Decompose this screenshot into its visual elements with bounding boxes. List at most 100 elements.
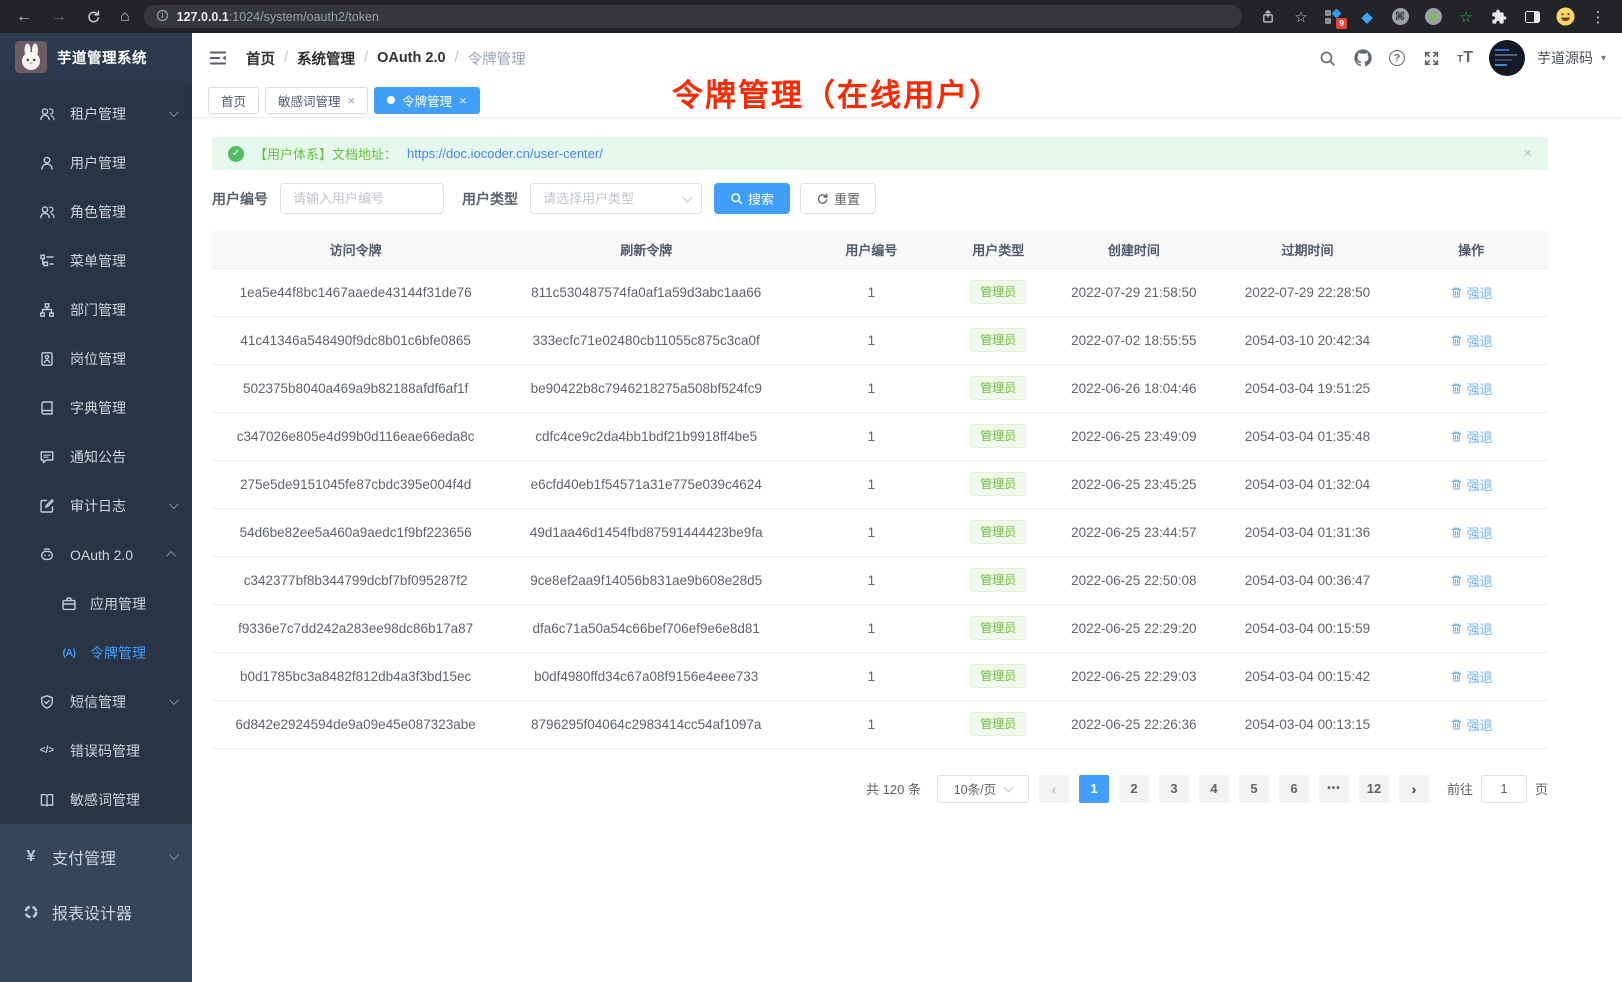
sidebar-item-menu[interactable]: 菜单管理 [0,236,192,285]
doc-link[interactable]: https://doc.iocoder.cn/user-center/ [407,146,603,161]
search-icon[interactable] [1317,48,1337,68]
pager-next-button[interactable]: › [1399,775,1429,803]
donut-icon [22,903,40,921]
pager-page-6[interactable]: 6 [1279,775,1309,803]
side-panel-icon[interactable] [1522,7,1542,27]
browser-forward-icon[interactable]: → [51,8,67,26]
pager-page-12[interactable]: 12 [1359,775,1389,803]
sidebar-item-report-designer[interactable]: 报表设计器 [0,884,192,939]
token-table: 访问令牌 刷新令牌 用户编号 用户类型 创建时间 过期时间 操作 1ea5e44… [212,231,1548,749]
user-id-input[interactable] [280,183,444,214]
force-logout-button[interactable]: 强退 [1450,667,1493,686]
sidebar-item-sms[interactable]: 短信管理 [0,677,192,726]
sidebar-item-notice[interactable]: 通知公告 [0,432,192,481]
pager-prev-button[interactable]: ‹ [1039,775,1069,803]
sidebar-item-dict[interactable]: 字典管理 [0,383,192,432]
user-type-badge: 管理员 [970,520,1026,544]
col-access-token: 访问令牌 [212,231,499,268]
force-logout-button[interactable]: 强退 [1450,379,1493,398]
table-row: 41c41346a548490f9dc8b01c6bfe0865 333ecfc… [212,316,1548,364]
sidebar-item-token-management[interactable]: (A) 令牌管理 [0,628,192,677]
message-icon [38,448,56,466]
navbar-right: ? TT 芋道源码 ▾ [1317,40,1606,76]
github-icon[interactable] [1353,48,1373,68]
close-icon[interactable]: × [459,93,467,108]
user-type-select[interactable] [530,183,702,214]
force-logout-button[interactable]: 强退 [1450,427,1493,446]
sidebar-item-dept[interactable]: 部门管理 [0,285,192,334]
pager-page-2[interactable]: 2 [1119,775,1149,803]
sidebar-item-oauth2[interactable]: OAuth 2.0 [0,530,192,579]
force-logout-button[interactable]: 强退 [1450,283,1493,302]
fullscreen-icon[interactable] [1421,48,1441,68]
browser-chrome: ← → ⌂ 127.0.0.1:1024/system/oauth2/token… [0,0,1622,33]
sidebar-item-sensitive-word[interactable]: 敏感词管理 [0,775,192,824]
user-type-badge: 管理员 [970,280,1026,304]
force-logout-button[interactable]: 强退 [1450,523,1493,542]
font-size-icon[interactable]: TT [1457,49,1473,67]
browser-home-icon[interactable]: ⌂ [120,8,130,26]
sidebar-item-tenant[interactable]: 租户管理 [0,89,192,138]
sidebar-item-role[interactable]: 角色管理 [0,187,192,236]
user-type-badge: 管理员 [970,568,1026,592]
star-extension-icon[interactable]: ☆ [1456,7,1476,27]
gem-extension-icon[interactable]: ◆ [1357,7,1377,27]
site-info-icon[interactable] [156,9,169,25]
force-logout-button[interactable]: 强退 [1450,715,1493,734]
pager-more-button[interactable]: ••• [1319,775,1349,803]
bookmark-star-icon[interactable]: ☆ [1291,7,1311,27]
force-logout-button[interactable]: 强退 [1450,619,1493,638]
tab-sensitive-word[interactable]: 敏感词管理 × [265,87,368,114]
url-bar[interactable]: 127.0.0.1:1024/system/oauth2/token [144,5,1242,28]
goto-page-input[interactable] [1481,775,1527,803]
close-icon[interactable]: × [348,93,356,108]
sidebar-item-app-management[interactable]: 应用管理 [0,579,192,628]
sidebar-item-user[interactable]: 用户管理 [0,138,192,187]
code-icon: </> [38,742,56,760]
sidebar-item-post[interactable]: 岗位管理 [0,334,192,383]
users-icon [38,105,56,123]
help-icon[interactable]: ? [1389,50,1405,66]
force-logout-button[interactable]: 强退 [1450,571,1493,590]
extensions-puzzle-icon[interactable] [1489,7,1509,27]
breadcrumb-system[interactable]: 系统管理 [297,48,355,69]
alert-close-icon[interactable]: × [1523,145,1532,162]
browser-toolbar-right: ☆ 9 ◆ ⌘ ☆ ⋮ [1242,7,1622,27]
browser-menu-icon[interactable]: ⋮ [1588,7,1608,27]
pager-page-4[interactable]: 4 [1199,775,1229,803]
app-logo [15,41,47,73]
recorder-extension-icon[interactable] [1423,7,1443,27]
table-header-row: 访问令牌 刷新令牌 用户编号 用户类型 创建时间 过期时间 操作 [212,231,1548,268]
col-user-type: 用户类型 [949,231,1047,268]
browser-reload-icon[interactable] [86,9,101,24]
tree-list-icon [38,252,56,270]
extension-collections-icon[interactable]: 9 [1324,7,1344,27]
sidebar-item-error-code[interactable]: </> 错误码管理 [0,726,192,775]
search-button[interactable]: 搜索 [714,183,790,214]
tab-home[interactable]: 首页 [208,87,259,114]
collapse-sidebar-icon[interactable] [208,47,230,69]
sidebar-item-payment[interactable]: ¥ 支付管理 [0,829,192,884]
pager-page-3[interactable]: 3 [1159,775,1189,803]
table-row: c347026e805e4d99b0d116eae66eda8c cdfc4ce… [212,412,1548,460]
breadcrumb-home[interactable]: 首页 [246,48,275,69]
user-name[interactable]: 芋道源码 [1537,48,1593,68]
reset-button[interactable]: 重置 [800,183,876,214]
profile-avatar-icon[interactable] [1555,7,1575,27]
page-size-select[interactable]: 10条/页 [937,775,1029,803]
sidebar-item-audit-log[interactable]: 审计日志 [0,481,192,530]
url-text: 127.0.0.1:1024/system/oauth2/token [177,10,379,24]
force-logout-button[interactable]: 强退 [1450,331,1493,350]
force-logout-button[interactable]: 强退 [1450,475,1493,494]
table-row: c342377bf8b344799dcbf7bf095287f2 9ce8ef2… [212,556,1548,604]
yen-icon: ¥ [22,848,40,866]
breadcrumb-oauth2[interactable]: OAuth 2.0 [377,50,445,66]
tab-token-management[interactable]: 令牌管理 × [374,87,480,114]
user-avatar[interactable] [1489,40,1525,76]
user-type-select-input[interactable] [530,183,702,214]
pager-page-1[interactable]: 1 [1079,775,1109,803]
pager-page-5[interactable]: 5 [1239,775,1269,803]
browser-back-icon[interactable]: ← [16,8,32,26]
command-extension-icon[interactable]: ⌘ [1390,7,1410,27]
share-icon[interactable] [1258,7,1278,27]
